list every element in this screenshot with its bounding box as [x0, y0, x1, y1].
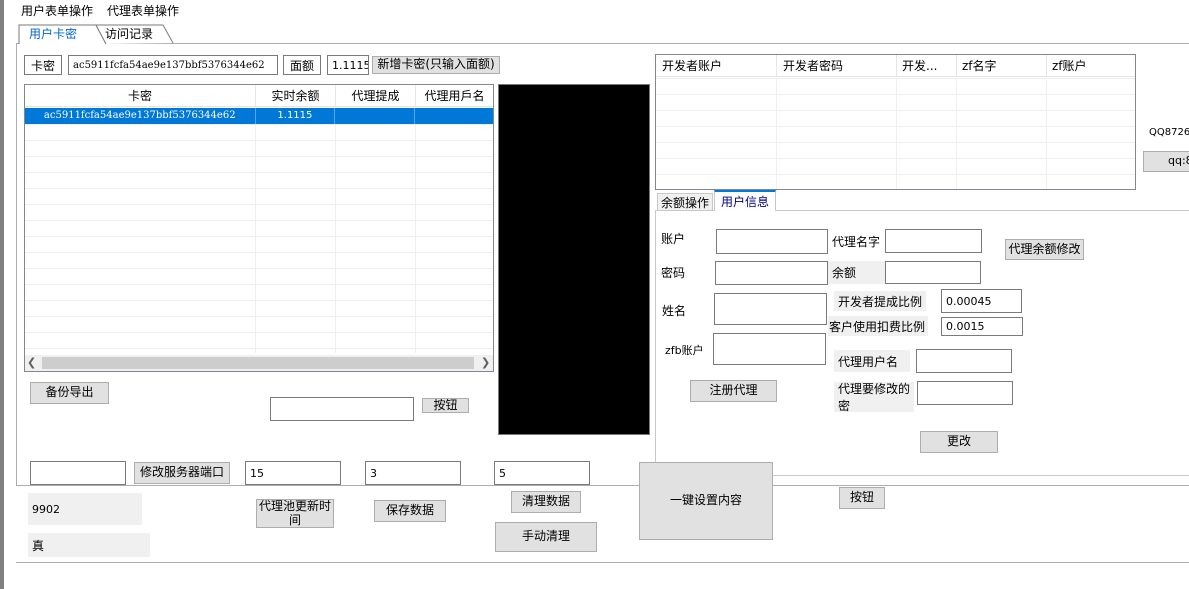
qq-button[interactable]: qq:8 [1143, 151, 1189, 172]
bottom-button[interactable]: 按钮 [839, 487, 885, 509]
dev-ratio-input[interactable]: 0.00045 [941, 289, 1022, 313]
clean-data-button[interactable]: 清理数据 [511, 491, 581, 513]
tab-visit-log[interactable]: 访问记录 [98, 25, 160, 42]
status-display: 真 [28, 533, 150, 557]
col-header-zf-account[interactable]: zf账户 [1047, 55, 1135, 77]
zfb-label: zfb账户 [665, 344, 704, 357]
scroll-left-icon[interactable]: ❮ [27, 356, 36, 369]
agent-user-label: 代理用户名 [834, 350, 910, 372]
client-ratio-label: 客户使用扣费比例 [828, 316, 928, 336]
tab-balance-ops[interactable]: 余额操作 [657, 193, 713, 210]
client-ratio-input[interactable]: 0.0015 [941, 317, 1023, 336]
balance-input[interactable] [885, 261, 981, 284]
amount-label-box: 面额 [283, 55, 321, 75]
card-table[interactable]: 卡密 实时余额 代理提成 代理用戶名 ac5911fcfa54ae9e137bb… [24, 84, 494, 372]
card-label-box: 卡密 [24, 55, 62, 75]
register-agent-button[interactable]: 注册代理 [690, 380, 777, 402]
account-label: 账户 [661, 231, 686, 246]
card-input[interactable]: ac5911fcfa54ae9e137bbf5376344e62 [68, 55, 278, 75]
developer-table[interactable]: 开发者账户 开发者密码 开发... zf名字 zf账户 [655, 54, 1136, 190]
col-header-dev-account[interactable]: 开发者账户 [656, 55, 777, 77]
window-edge [0, 0, 4, 589]
table-grid-lines [25, 124, 493, 353]
backup-export-button[interactable]: 备份导出 [30, 382, 109, 404]
agent-name-input[interactable] [885, 229, 982, 253]
horizontal-scrollbar[interactable]: ❮ ❯ [25, 355, 493, 371]
change-button[interactable]: 更改 [920, 431, 998, 453]
password-input[interactable] [715, 261, 828, 285]
dev-ratio-label: 开发者提成比例 [834, 291, 926, 311]
agent-balance-modify-button[interactable]: 代理余额修改 [1005, 239, 1084, 260]
port-input[interactable] [30, 461, 126, 485]
save-data-button[interactable]: 保存数据 [374, 500, 446, 522]
col-header-balance[interactable]: 实时余额 [256, 85, 336, 107]
port-display: 9902 [28, 493, 142, 525]
col-header-dev-password[interactable]: 开发者密码 [777, 55, 897, 77]
balance-label: 余额 [828, 261, 885, 284]
menu-agent-form[interactable]: 代理表单操作 [107, 2, 179, 18]
pool-update-time-button[interactable]: 代理池更新时间 [256, 499, 334, 528]
window-bottom-line [16, 562, 1189, 563]
agent-modify-input[interactable] [917, 381, 1013, 405]
cell-commission [335, 108, 416, 124]
dev-table-grid-lines [656, 78, 1135, 189]
scroll-thumb[interactable] [42, 357, 474, 369]
tab-user-info[interactable]: 用户信息 [714, 190, 776, 211]
field-15[interactable]: 15 [245, 461, 341, 485]
cell-agent [415, 108, 493, 124]
one-click-setup-button[interactable]: 一键设置内容 [639, 462, 773, 540]
col-header-commission[interactable]: 代理提成 [336, 85, 416, 107]
qq-text: QQ87267 [1149, 126, 1189, 138]
tab-user-card[interactable]: 用户卡密 [22, 25, 84, 42]
zfb-input[interactable] [713, 333, 826, 365]
cell-balance: 1.1115 [256, 108, 336, 124]
agent-user-input[interactable] [916, 349, 1012, 373]
col-header-dev-other[interactable]: 开发... [897, 55, 957, 77]
manual-clean-button[interactable]: 手动清理 [495, 522, 597, 552]
col-header-agent[interactable]: 代理用戶名 [416, 85, 493, 107]
amount-input[interactable]: 1.1115 [327, 55, 369, 75]
table-row[interactable]: ac5911fcfa54ae9e137bbf5376344e62 1.1115 [25, 108, 493, 124]
misc-input[interactable] [270, 397, 414, 421]
field-5[interactable]: 5 [494, 461, 590, 485]
name-label: 姓名 [662, 303, 687, 318]
preview-box [498, 84, 650, 435]
name-input[interactable] [714, 293, 827, 325]
misc-button[interactable]: 按钮 [422, 398, 469, 413]
add-card-button[interactable]: 新增卡密(只输入面额) [372, 56, 500, 74]
modify-port-button[interactable]: 修改服务器端口 [134, 462, 230, 484]
agent-modify-label: 代理要修改的密 [834, 382, 914, 412]
col-header-zf-name[interactable]: zf名字 [957, 55, 1047, 77]
agent-name-label: 代理名字 [832, 234, 881, 249]
scroll-right-icon[interactable]: ❯ [481, 356, 490, 369]
field-3[interactable]: 3 [365, 461, 461, 485]
password-label: 密码 [661, 265, 686, 280]
cell-card: ac5911fcfa54ae9e137bbf5376344e62 [25, 108, 256, 124]
col-header-card[interactable]: 卡密 [25, 85, 256, 107]
menu-user-form[interactable]: 用户表单操作 [21, 2, 93, 18]
account-input[interactable] [716, 229, 828, 254]
